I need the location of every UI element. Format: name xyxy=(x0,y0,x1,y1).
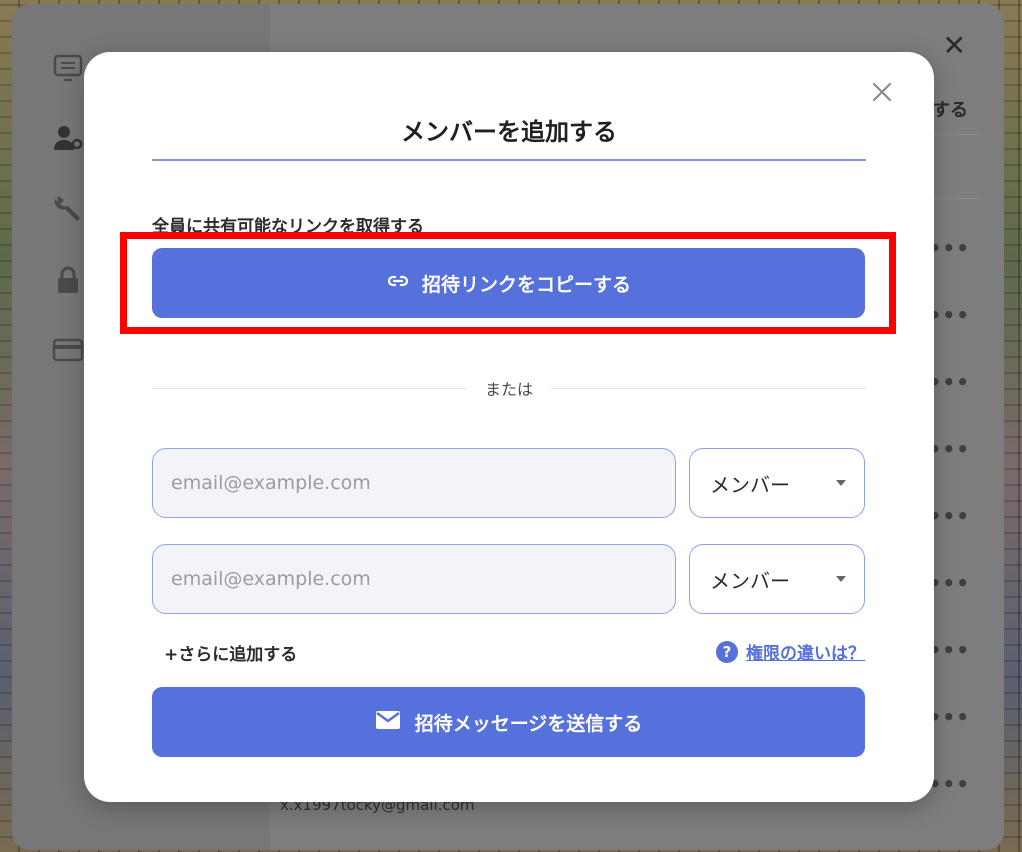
row-menu-icon[interactable]: ••• xyxy=(929,638,970,662)
row-menu-icon[interactable]: ••• xyxy=(929,571,970,595)
send-invite-button[interactable]: 招待メッセージを送信する xyxy=(152,687,865,757)
divider-line xyxy=(551,387,867,389)
email-input-1[interactable] xyxy=(152,448,676,518)
title-divider xyxy=(152,159,866,161)
role-select-1[interactable]: メンバー xyxy=(689,448,865,518)
role-select-value: メンバー xyxy=(710,568,790,593)
send-invite-label: 招待メッセージを送信する xyxy=(414,712,643,735)
lock-icon[interactable] xyxy=(52,264,84,296)
row-menu-icon[interactable]: ••• xyxy=(929,236,970,260)
chevron-down-icon xyxy=(836,480,846,486)
close-icon[interactable] xyxy=(870,80,894,104)
link-icon xyxy=(386,269,410,298)
monitor-settings-icon[interactable] xyxy=(52,52,84,84)
email-input-2[interactable] xyxy=(152,544,676,614)
modal-title: メンバーを追加する xyxy=(401,118,617,146)
row-menu-icon[interactable]: ••• xyxy=(929,504,970,528)
row-menu-icon[interactable]: ••• xyxy=(929,772,970,796)
add-more-button[interactable]: +さらに追加する xyxy=(164,640,297,665)
permissions-link[interactable]: ? 権限の違いは？ xyxy=(716,639,865,664)
role-select-2[interactable]: メンバー xyxy=(689,544,865,614)
copy-invite-link-button[interactable]: 招待リンクをコピーする xyxy=(152,248,865,318)
panel-close-icon[interactable]: ✕ xyxy=(943,32,966,60)
role-select-value: メンバー xyxy=(710,472,790,497)
chevron-down-icon xyxy=(836,576,846,582)
row-menu-icon[interactable]: ••• xyxy=(929,303,970,327)
mail-icon xyxy=(375,710,401,735)
or-text: または xyxy=(485,380,534,399)
row-menu-icon[interactable]: ••• xyxy=(929,705,970,729)
permissions-link-label: 権限の違いは？ xyxy=(746,644,865,664)
row-menu-icon[interactable]: ••• xyxy=(929,437,970,461)
row-menu-icon[interactable]: ••• xyxy=(929,370,970,394)
copy-invite-link-label: 招待リンクをコピーする xyxy=(421,273,631,296)
add-member-modal: メンバーを追加する 全員に共有可能なリンクを取得する 招待リンクをコピーする ま… xyxy=(84,52,934,802)
share-link-label: 全員に共有可能なリンクを取得する xyxy=(152,217,424,237)
panel-header-action[interactable]: する xyxy=(932,96,968,122)
divider-line xyxy=(152,387,467,389)
or-divider: または xyxy=(152,376,867,400)
wrench-icon[interactable] xyxy=(52,192,84,224)
question-icon: ? xyxy=(716,640,738,663)
user-gear-icon[interactable] xyxy=(52,122,84,154)
credit-card-icon[interactable] xyxy=(52,334,84,366)
